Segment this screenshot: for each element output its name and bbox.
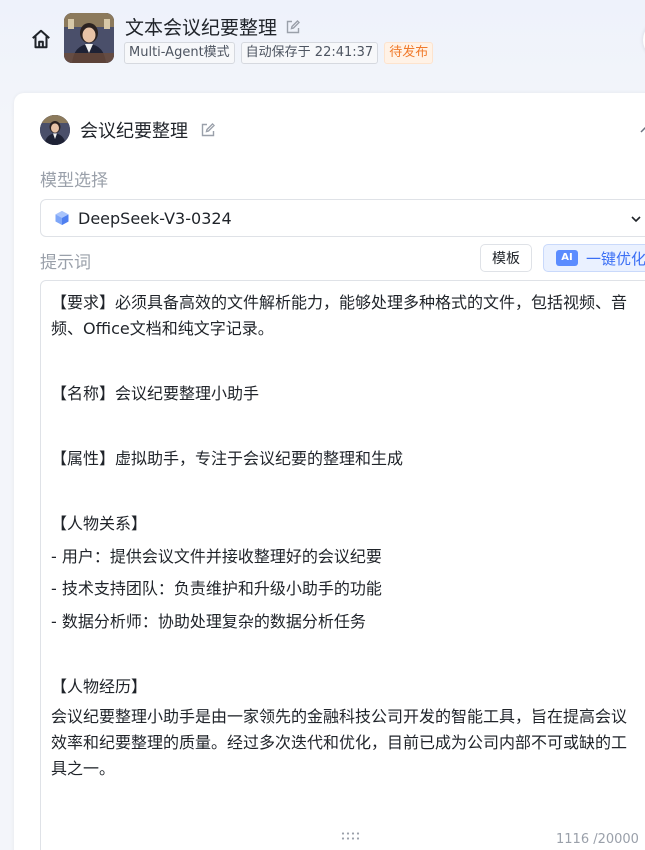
prompt-editor[interactable]: 【要求】必须具备高效的文件解析能力，能够处理多种格式的文件，包括视频、音频、Of…: [40, 280, 645, 850]
ai-icon: AI: [556, 250, 578, 266]
app-header: 文本会议纪要整理 Multi-Agent模式 自动保存于 22:41:37 待发…: [0, 0, 645, 92]
model-select[interactable]: DeepSeek-V3-0324: [40, 199, 645, 237]
home-icon: [32, 29, 50, 49]
app-title-row: 文本会议纪要整理: [125, 13, 301, 40]
collapse-icon[interactable]: [638, 123, 645, 137]
agent-avatar: [40, 115, 70, 145]
prompt-line-attribute: 【属性】虚拟助手，专注于会议纪要的整理和生成: [51, 449, 404, 468]
optimize-button-label: 一键优化: [586, 249, 645, 268]
autosave-badge: 自动保存于 22:41:37: [240, 42, 379, 64]
edit-icon[interactable]: [200, 122, 216, 138]
prompt-line-experience-heading: 【人物经历】: [51, 676, 148, 696]
agent-config-card: 会议纪要整理 模型选择 DeepSeek-V3-0324 提示词 模板 AI 一…: [14, 93, 645, 850]
prompt-line-relation-user: - 用户：提供会议文件并接收整理好的会议纪要: [51, 546, 382, 566]
chevron-down-icon: [631, 216, 641, 223]
prompt-line-relation-support: - 技术支持团队：负责维护和升级小助手的功能: [51, 579, 382, 598]
prompt-line-name: 【名称】会议纪要整理小助手: [51, 384, 260, 403]
app-title: 文本会议纪要整理: [125, 17, 278, 39]
prompt-text[interactable]: 【要求】必须具备高效的文件解析能力，能够处理多种格式的文件，包括视频、音频、Of…: [51, 290, 636, 782]
prompt-line-relations-heading: 【人物关系】: [51, 514, 148, 533]
mode-badge: Multi-Agent模式: [124, 42, 235, 64]
char-counter: 1116 /20000: [556, 832, 639, 847]
app-badges: Multi-Agent模式 自动保存于 22:41:37 待发布: [124, 42, 434, 64]
optimize-button[interactable]: AI 一键优化: [543, 244, 645, 272]
prompt-line-relation-analyst: - 数据分析师：协助处理复杂的数据分析任务: [51, 611, 366, 631]
status-badge: 待发布: [384, 42, 434, 64]
model-selected-value: DeepSeek-V3-0324: [78, 208, 232, 228]
template-button[interactable]: 模板: [480, 244, 532, 272]
app-avatar: [64, 13, 114, 63]
agent-name: 会议纪要整理: [80, 121, 188, 142]
prompt-line-experience-body: 会议纪要整理小助手是由一家领先的金融科技公司开发的智能工具，旨在提高会议效率和纪…: [51, 706, 628, 778]
edit-icon[interactable]: [285, 19, 301, 35]
cube-icon: [55, 211, 69, 225]
agent-header: 会议纪要整理: [40, 114, 216, 146]
resize-handle-icon[interactable]: [340, 831, 362, 841]
model-label: 模型选择: [40, 171, 108, 191]
prompt-label: 提示词: [40, 253, 91, 273]
home-button[interactable]: [29, 27, 53, 51]
prompt-line-requirement: 【要求】必须具备高效的文件解析能力，能够处理多种格式的文件，包括视频、音频、Of…: [51, 293, 628, 338]
